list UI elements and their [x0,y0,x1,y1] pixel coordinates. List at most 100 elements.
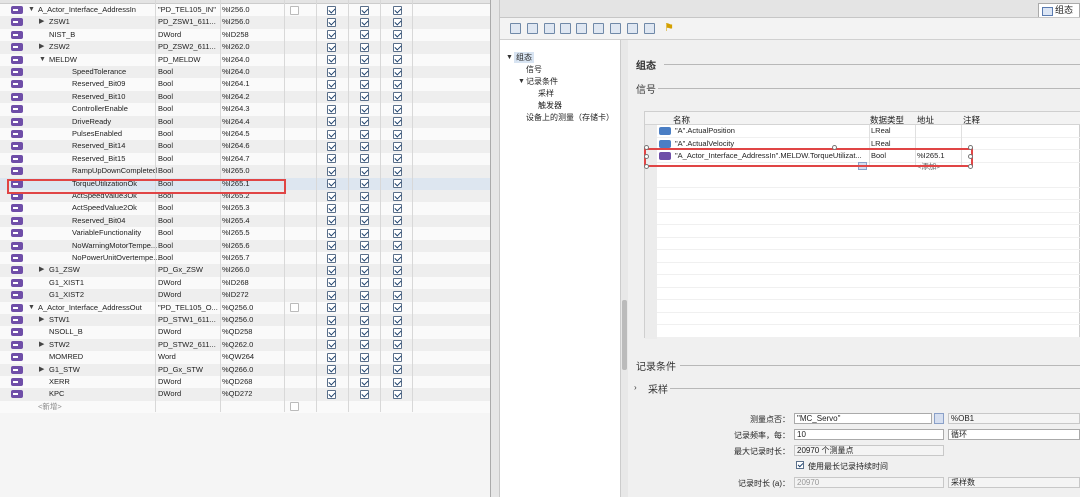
column-checkbox[interactable] [393,390,402,400]
column-checkbox[interactable] [360,390,369,400]
column-checkbox[interactable] [360,303,369,313]
column-checkbox[interactable] [360,340,369,350]
table-row[interactable]: Reserved_Bit15 Bool %I264.7 [0,152,490,166]
toolbar-icon-3[interactable] [544,23,555,34]
column-checkbox[interactable] [393,315,402,325]
toolbar-icon-9[interactable] [644,23,655,34]
column-checkbox[interactable] [327,80,336,90]
table-row[interactable]: PulsesEnabled Bool %I264.5 [0,128,490,141]
column-checkbox[interactable] [327,179,336,189]
resize-handle[interactable] [968,154,973,159]
column-checkbox[interactable] [327,129,336,139]
table-row[interactable]: NoWarningMotorTempe... Bool %I265.6 [0,239,490,252]
expand-icon[interactable]: ▶ [39,41,44,53]
scrollbar-thumb[interactable] [622,300,627,370]
collapse-icon[interactable]: ▼ [39,54,46,66]
table-row[interactable]: XERR DWord %QD268 [0,376,490,389]
column-checkbox[interactable] [327,55,336,65]
table-row[interactable]: NoPowerUnitOvertempe... Bool %I265.7 [0,252,490,265]
expand-icon[interactable]: ▶ [39,16,44,28]
resize-handle[interactable] [644,145,649,150]
column-checkbox[interactable] [360,241,369,251]
column-checkbox[interactable] [360,142,369,152]
column-checkbox[interactable] [327,290,336,300]
column-checkbox[interactable] [327,5,336,15]
duration-unit[interactable]: 采样数 [948,477,1080,488]
column-checkbox[interactable] [327,303,336,313]
toolbar-icon-2[interactable] [527,23,538,34]
table-row[interactable]: ControllerEnable Bool %I264.3 [0,103,490,116]
column-checkbox[interactable] [393,5,402,15]
table-row[interactable]: ▶ STW2 PD_STW2_611... %Q262.0 [0,338,490,352]
table-row[interactable]: SpeedTolerance Bool %I264.0 [0,66,490,79]
toolbar-icon-6[interactable] [593,23,604,34]
column-checkbox[interactable] [327,253,336,263]
toolbar-icon-5[interactable] [576,23,587,34]
column-checkbox[interactable] [393,204,402,214]
expand-icon[interactable]: ▶ [39,314,44,326]
nav-item-device-measurement[interactable]: 设备上的测量（存储卡） [526,112,614,123]
column-checkbox[interactable] [360,18,369,28]
column-checkbox[interactable] [393,104,402,114]
column-checkbox[interactable] [360,204,369,214]
column-checkbox[interactable] [360,129,369,139]
column-checkbox[interactable] [360,30,369,40]
table-row[interactable]: Reserved_Bit10 Bool %I264.2 [0,90,490,104]
column-checkbox[interactable] [327,154,336,164]
column-checkbox[interactable] [327,92,336,102]
table-row[interactable]: MOMRED Word %QW264 [0,351,490,364]
column-checkbox[interactable] [360,5,369,15]
column-checkbox[interactable] [290,303,299,313]
table-row[interactable]: G1_XIST1 DWord %ID268 [0,276,490,290]
expand-icon[interactable]: ▶ [39,264,44,276]
column-checkbox[interactable] [290,402,299,412]
column-checkbox[interactable] [393,377,402,387]
column-checkbox[interactable] [393,290,402,300]
column-checkbox[interactable] [360,154,369,164]
column-checkbox[interactable] [360,191,369,201]
column-checkbox[interactable] [360,179,369,189]
expand-icon[interactable]: ▶ [39,339,44,351]
column-checkbox[interactable] [393,92,402,102]
column-checkbox[interactable] [327,18,336,28]
column-checkbox[interactable] [360,92,369,102]
table-row[interactable]: Reserved_Bit09 Bool %I264.1 [0,78,490,91]
table-row[interactable]: DriveReady Bool %I264.4 [0,115,490,128]
table-row[interactable]: Reserved_Bit04 Bool %I265.4 [0,214,490,228]
column-checkbox[interactable] [360,80,369,90]
use-max-checkbox[interactable] [796,461,804,469]
table-row[interactable]: ▼ MELDW PD_MELDW %I264.0 [0,53,490,66]
nav-item-config[interactable]: 组态 [514,52,534,63]
resize-handle[interactable] [644,154,649,159]
browse-button[interactable] [934,413,944,424]
column-checkbox[interactable] [360,67,369,77]
column-checkbox[interactable] [360,104,369,114]
column-checkbox[interactable] [393,253,402,263]
column-checkbox[interactable] [393,166,402,176]
table-row[interactable]: ▶ ZSW2 PD_ZSW2_611... %I262.0 [0,41,490,54]
resize-handle[interactable] [968,145,973,150]
column-checkbox[interactable] [327,216,336,226]
column-checkbox[interactable] [327,278,336,288]
column-checkbox[interactable] [393,328,402,338]
column-checkbox[interactable] [393,266,402,276]
signal-row[interactable]: 1"A".ActualPositionLReal [645,125,1080,138]
add-row[interactable]: <新增> [0,400,490,414]
column-checkbox[interactable] [327,241,336,251]
toolbar-icon-1[interactable] [510,23,521,34]
column-checkbox[interactable] [393,303,402,313]
table-row[interactable]: NIST_B DWord %ID258 [0,28,490,42]
vertical-scrollbar[interactable] [620,40,628,497]
column-checkbox[interactable] [327,104,336,114]
table-row[interactable]: ▶ G1_STW PD_Gx_STW %Q266.0 [0,363,490,376]
resize-handle[interactable] [968,164,973,169]
toolbar-icon-4[interactable] [560,23,571,34]
column-checkbox[interactable] [327,142,336,152]
column-checkbox[interactable] [393,340,402,350]
table-row[interactable]: G1_XIST2 DWord %ID272 [0,289,490,302]
column-checkbox[interactable] [393,191,402,201]
table-row[interactable]: ▶ ZSW1 PD_ZSW1_611... %I256.0 [0,16,490,29]
column-checkbox[interactable] [393,241,402,251]
column-checkbox[interactable] [327,228,336,238]
column-checkbox[interactable] [360,55,369,65]
